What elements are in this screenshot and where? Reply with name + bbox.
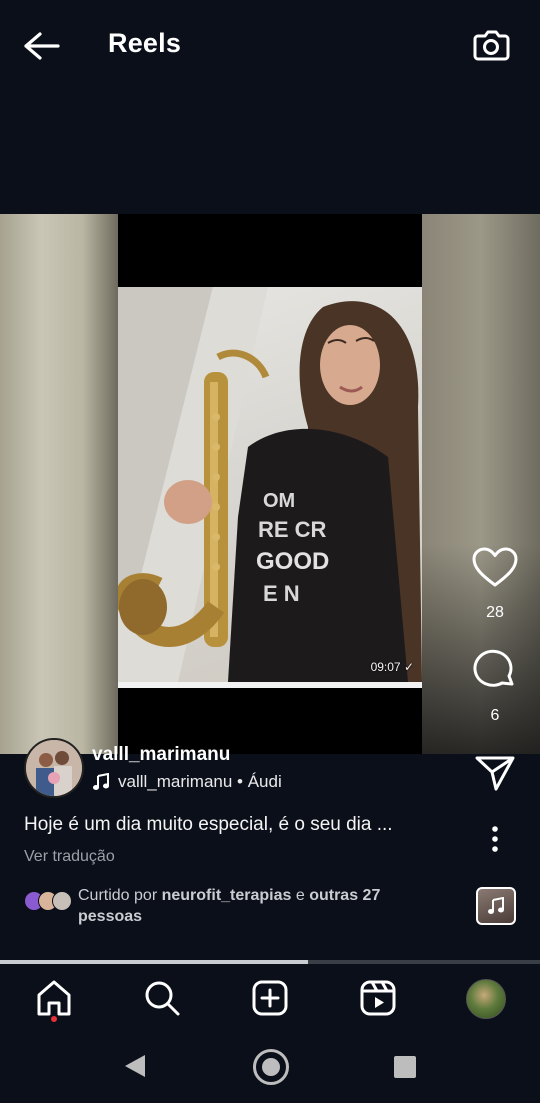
liked-by-others[interactable]: outras 27 [309, 887, 380, 904]
system-back-icon[interactable] [123, 1053, 147, 1084]
search-icon [145, 981, 180, 1016]
send-icon [475, 756, 515, 791]
liked-by-prefix: Curtido por [78, 887, 162, 904]
liker-avatar [52, 891, 72, 911]
nav-reels-button[interactable] [358, 978, 398, 1018]
audio-info[interactable]: valll_marimanu • Áudi [92, 772, 282, 792]
heart-icon [472, 547, 518, 587]
author-username[interactable]: valll_marimanu [92, 744, 230, 766]
comment-count: 6 [490, 707, 500, 724]
comment-icon [473, 649, 514, 687]
audio-label: valll_marimanu • Áudi [118, 772, 282, 791]
page-title: Reels [108, 28, 182, 58]
add-post-icon [252, 980, 288, 1016]
svg-text:GOOD: GOOD [256, 548, 329, 575]
liked-by-row[interactable]: Curtido por neurofit_terapias e outras 2… [24, 885, 454, 927]
author-avatar[interactable] [24, 738, 84, 798]
svg-text:RE CR: RE CR [258, 517, 327, 542]
liked-by-avatars [24, 891, 74, 911]
music-note-icon [488, 897, 504, 914]
camera-icon[interactable] [470, 26, 512, 66]
reels-icon [360, 980, 396, 1016]
like-button[interactable] [468, 546, 522, 590]
comment-button[interactable] [468, 648, 522, 692]
reel-video[interactable]: OM RE CR GOOD E N 09:07 ✓ [0, 214, 540, 754]
system-home-icon[interactable] [253, 1049, 289, 1085]
video-blur-background-left [0, 214, 118, 754]
liked-by-conjunction: e [291, 887, 310, 904]
svg-text:E N: E N [263, 581, 300, 606]
nav-profile-avatar[interactable] [466, 979, 506, 1019]
video-timestamp: 09:07 ✓ [370, 660, 414, 674]
post-caption[interactable]: Hoje é um dia muito especial, é o seu di… [24, 814, 393, 836]
video-frame-border [118, 682, 422, 688]
system-recents-icon[interactable] [394, 1056, 416, 1078]
audio-page-thumbnail[interactable] [476, 887, 516, 925]
liked-by-text: Curtido por neurofit_terapias e outras 2… [78, 885, 380, 927]
music-note-icon [93, 773, 109, 790]
liked-by-suffix[interactable]: pessoas [78, 908, 142, 925]
nav-create-button[interactable] [250, 978, 290, 1018]
like-count: 28 [486, 604, 504, 621]
header: Reels [0, 0, 540, 90]
share-button[interactable] [468, 752, 522, 796]
home-icon [37, 980, 71, 1016]
home-notification-dot [51, 1016, 57, 1022]
saxophone-player-image: OM RE CR GOOD E N [118, 287, 422, 682]
avatar-photo [26, 740, 82, 796]
svg-text:OM: OM [263, 490, 295, 512]
more-options-button[interactable] [468, 818, 522, 862]
arrow-left-icon[interactable] [20, 28, 64, 64]
nav-home-button[interactable] [34, 978, 74, 1018]
more-vertical-icon [492, 826, 498, 852]
nav-search-button[interactable] [142, 978, 182, 1018]
see-translation-link[interactable]: Ver tradução [24, 848, 115, 866]
liked-by-user[interactable]: neurofit_terapias [162, 887, 292, 904]
video-frame: OM RE CR GOOD E N 09:07 ✓ [118, 287, 422, 682]
